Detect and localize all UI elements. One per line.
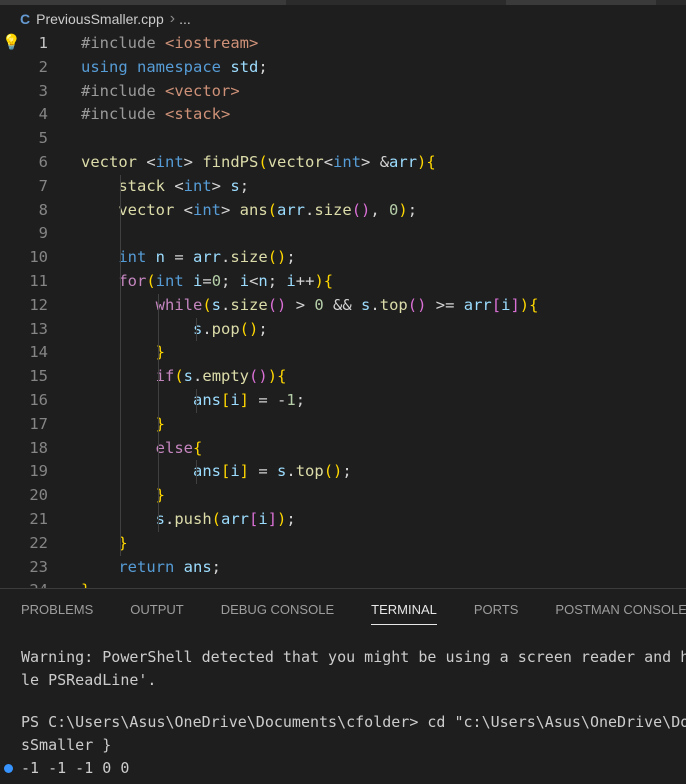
- breadcrumb-symbol[interactable]: ...: [179, 11, 191, 27]
- line-number: 4: [38, 105, 48, 124]
- line-number: 2: [38, 57, 48, 76]
- editor-tab-edge: [0, 0, 286, 5]
- line-number: 19: [29, 462, 48, 481]
- line-number: 1: [38, 34, 48, 52]
- editor-tab-strip-edge: [0, 0, 686, 5]
- line-number: 17: [29, 414, 48, 433]
- code-line[interactable]: 4 #include <stack>: [0, 103, 686, 127]
- code-editor[interactable]: 💡 1 #include <iostream> 2 using namespace s…: [0, 32, 686, 588]
- code-text: #include <iostream>: [81, 34, 259, 52]
- code-text: ans[i] = s.top();: [192, 462, 352, 481]
- code-text: }: [155, 343, 165, 362]
- line-number: 14: [29, 343, 48, 362]
- terminal-line: -1 -1 -1 0 0: [21, 759, 130, 777]
- indent-guide: [196, 317, 197, 342]
- code-line[interactable]: 7 stack <int> s;: [0, 175, 686, 199]
- tab-problems[interactable]: PROBLEMS: [21, 594, 93, 625]
- code-text: #include <vector>: [81, 81, 240, 100]
- code-text: while(s.size() > 0 && s.top() >= arr[i])…: [155, 295, 539, 314]
- terminal-panel[interactable]: Warning: PowerShell detected that you mi…: [0, 628, 686, 784]
- code-text: if(s.empty()){: [155, 367, 287, 386]
- code-line[interactable]: 13 s.pop();: [0, 318, 686, 342]
- line-number: 18: [29, 438, 48, 457]
- code-text: vector <int> ans(arr.size(), 0);: [118, 200, 418, 219]
- code-line[interactable]: 5: [0, 127, 686, 151]
- code-line[interactable]: 6 vector <int> findPS(vector<int> &arr){: [0, 151, 686, 175]
- line-number: 6: [38, 152, 48, 171]
- indent-guide: [196, 389, 197, 413]
- code-text: }: [155, 486, 165, 505]
- code-line[interactable]: 22 }: [0, 532, 686, 556]
- code-text: else{: [155, 438, 203, 457]
- code-line[interactable]: 11 for(int i=0; i<n; i++){: [0, 270, 686, 294]
- line-number: 10: [29, 248, 48, 267]
- tab-debug-console[interactable]: DEBUG CONSOLE: [221, 594, 334, 625]
- code-line[interactable]: 3 #include <vector>: [0, 80, 686, 104]
- code-text: vector <int> findPS(vector<int> &arr){: [81, 152, 436, 171]
- breadcrumb-filename[interactable]: PreviousSmaller.cpp: [36, 11, 164, 27]
- panel-tab-bar: PROBLEMS OUTPUT DEBUG CONSOLE TERMINAL PORTS…: [0, 588, 686, 629]
- code-line[interactable]: 14 }: [0, 341, 686, 365]
- code-line[interactable]: 9: [0, 222, 686, 246]
- tab-terminal[interactable]: TERMINAL: [371, 594, 437, 625]
- code-line[interactable]: 10 int n = arr.size();: [0, 246, 686, 270]
- chevron-right-icon: ›: [169, 10, 176, 27]
- line-number: 23: [29, 557, 48, 576]
- line-number: 22: [29, 533, 48, 552]
- line-number: 20: [29, 486, 48, 505]
- code-text: s.pop();: [192, 319, 268, 338]
- line-number: 15: [29, 367, 48, 386]
- line-number: 21: [29, 509, 48, 528]
- line-number: 8: [38, 200, 48, 219]
- code-line[interactable]: 19 ans[i] = s.top();: [0, 460, 686, 484]
- code-text: for(int i=0; i<n; i++){: [118, 271, 334, 290]
- code-line[interactable]: 20 }: [0, 484, 686, 508]
- code-text: }: [81, 579, 90, 588]
- code-text: stack <int> s;: [118, 176, 250, 195]
- terminal-line: Warning: PowerShell detected that you mi…: [21, 648, 686, 666]
- code-text: #include <stack>: [81, 105, 231, 124]
- scrollbar-track-edge: [506, 0, 656, 5]
- vscode-window: C PreviousSmaller.cpp › ... 💡 1 #include …: [0, 0, 686, 784]
- code-line[interactable]: 17 }: [0, 413, 686, 437]
- code-line[interactable]: 21 s.push(arr[i]);: [0, 508, 686, 532]
- cpp-file-icon: C: [20, 11, 31, 27]
- code-line[interactable]: 24}: [0, 579, 686, 588]
- terminal-line: PS C:\Users\Asus\OneDrive\Documents\cfol…: [21, 713, 686, 731]
- tab-postman-console[interactable]: POSTMAN CONSOLE: [555, 594, 686, 625]
- tab-ports[interactable]: PORTS: [474, 594, 519, 625]
- line-number: 12: [29, 295, 48, 314]
- code-text: ans[i] = -1;: [192, 390, 306, 409]
- code-line[interactable]: 18 else{: [0, 437, 686, 461]
- indent-guide: [196, 460, 197, 485]
- terminal-line: sSmaller }: [21, 736, 112, 754]
- breadcrumb: C PreviousSmaller.cpp › ...: [0, 6, 686, 32]
- code-line[interactable]: 2 using namespace std;: [0, 56, 686, 80]
- code-text: int n = arr.size();: [118, 248, 296, 267]
- code-text: return ans;: [118, 557, 222, 576]
- line-number: 11: [29, 271, 48, 290]
- code-line[interactable]: 15 if(s.empty()){: [0, 365, 686, 389]
- terminal-line: PS C:\Users\Asus\OneDrive\Documents\cfol…: [21, 780, 418, 784]
- indent-guide: [158, 293, 159, 532]
- line-number: 5: [38, 129, 48, 148]
- line-number: 13: [29, 319, 48, 338]
- indent-guide: [120, 174, 121, 556]
- code-line[interactable]: 23 return ans;: [0, 556, 686, 580]
- tab-output[interactable]: OUTPUT: [130, 594, 183, 625]
- command-decoration-icon[interactable]: [4, 764, 13, 773]
- line-number: 16: [29, 390, 48, 409]
- code-line[interactable]: 1 #include <iostream>: [0, 32, 686, 56]
- code-text: s.push(arr[i]);: [155, 509, 296, 528]
- line-number: 3: [38, 81, 48, 100]
- code-text: }: [155, 414, 165, 433]
- line-number: 24: [0, 579, 48, 588]
- code-text: using namespace std;: [81, 57, 268, 76]
- code-line[interactable]: 8 vector <int> ans(arr.size(), 0);: [0, 199, 686, 223]
- terminal-line: le PSReadLine'.: [21, 671, 157, 689]
- line-number: 9: [38, 224, 48, 243]
- code-line[interactable]: 16 ans[i] = -1;: [0, 389, 686, 413]
- line-number: 7: [38, 176, 48, 195]
- code-line[interactable]: 12 while(s.size() > 0 && s.top() >= arr[…: [0, 294, 686, 318]
